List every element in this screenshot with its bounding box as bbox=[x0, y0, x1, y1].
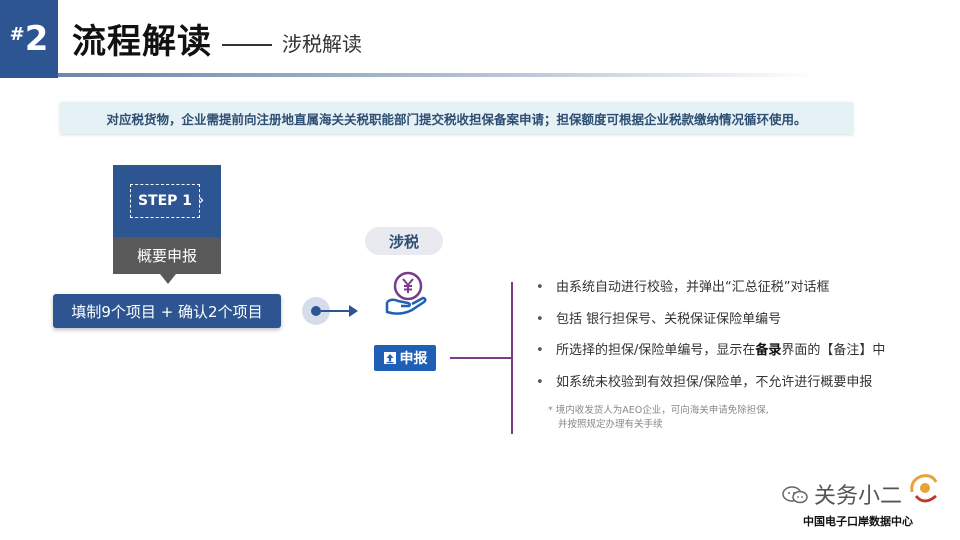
connector-line bbox=[321, 310, 349, 312]
step-pointer bbox=[160, 274, 176, 284]
notice-banner: 对应税货物，企业需提前向注册地直属海关关税职能部门提交税收担保备案申请；担保额度… bbox=[60, 102, 853, 134]
list-item: 由系统自动进行校验，并弹出“汇总征税”对话框 bbox=[536, 276, 916, 308]
bracket-vertical bbox=[511, 282, 513, 434]
step-name: 概要申报 bbox=[113, 237, 221, 274]
section-badge: # 2 bbox=[0, 0, 58, 78]
bullet-text: 所选择的担保/保险单编号，显示在 bbox=[556, 343, 756, 358]
page-subtitle: 涉税解读 bbox=[282, 32, 362, 56]
bullet-text: 包括 银行担保号、关税保证保险单编号 bbox=[556, 311, 782, 327]
watermark-subtitle: 中国电子口岸数据中心 bbox=[803, 515, 913, 528]
bullet-list: 由系统自动进行校验，并弹出“汇总征税”对话框 包括 银行担保号、关税保证保险单编… bbox=[536, 276, 916, 402]
tax-pill: 涉税 bbox=[365, 227, 443, 255]
wechat-icon bbox=[782, 486, 808, 504]
yen-hand-icon bbox=[385, 271, 427, 315]
bracket-horizontal bbox=[450, 357, 512, 359]
bullet-text: 由系统自动进行校验，并弹出“汇总征税”对话框 bbox=[556, 280, 830, 295]
declare-label: 申报 bbox=[399, 351, 428, 367]
footnote-line-2: 并按照规定办理有关手续 bbox=[558, 419, 663, 430]
page-title: 流程解读 bbox=[72, 22, 212, 62]
declare-button[interactable]: 申报 bbox=[374, 345, 436, 371]
footnote-line-1: * 境内收发货人为AEO企业，可向海关申请免除担保, bbox=[548, 405, 769, 416]
header-divider bbox=[58, 73, 818, 77]
bullet-text: 如系统未校验到有效担保/保险单，不允许进行概要申报 bbox=[556, 374, 873, 390]
list-item: 所选择的担保/保险单编号，显示在备录界面的【备注】中 bbox=[536, 339, 916, 371]
fill-items-box: 填制9个项目 + 确认2个项目 bbox=[53, 294, 281, 328]
title-dash bbox=[222, 44, 272, 46]
bullet-text-tail: 界面的【备注】中 bbox=[781, 343, 886, 358]
watermark-name: 关务小二 bbox=[814, 484, 903, 509]
list-item: 包括 银行担保号、关税保证保险单编号 bbox=[536, 308, 916, 340]
connector-dot bbox=[311, 306, 321, 316]
badge-number: 2 bbox=[24, 19, 49, 59]
step-label: STEP 1 bbox=[130, 184, 200, 218]
arrow-right-icon bbox=[349, 305, 358, 317]
chevron-right-icon: › bbox=[198, 190, 205, 209]
bullet-bold-text: 备录 bbox=[755, 343, 782, 358]
footnote: * 境内收发货人为AEO企业，可向海关申请免除担保, 并按照规定办理有关手续 bbox=[548, 404, 848, 432]
upload-icon bbox=[383, 352, 396, 364]
badge-hash: # bbox=[9, 23, 25, 45]
logo-icon bbox=[910, 474, 938, 503]
list-item: 如系统未校验到有效担保/保险单，不允许进行概要申报 bbox=[536, 371, 916, 403]
